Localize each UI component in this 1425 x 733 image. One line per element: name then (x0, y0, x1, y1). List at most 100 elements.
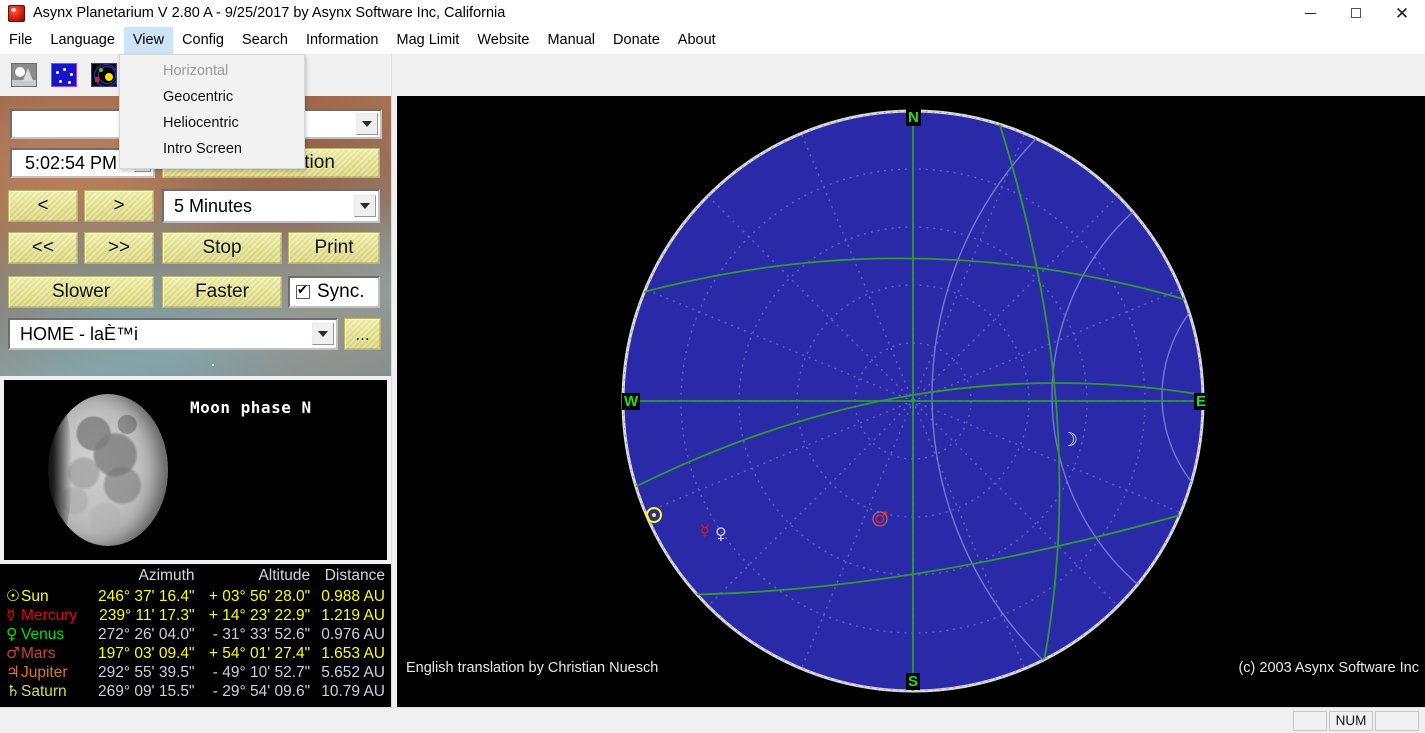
moon-phase-display: Moon phase N (4, 380, 387, 560)
toolbar-constellation-button[interactable] (48, 60, 80, 90)
location-value: HOME - laÈ™i (20, 323, 139, 344)
application-window: Asynx Planetarium V 2.80 A - 9/25/2017 b… (0, 0, 1425, 733)
moon-phase-panel: Moon phase N (0, 376, 392, 564)
object-name-cell: ♃Jupiter (2, 663, 89, 682)
status-num-indicator: NUM (1329, 710, 1373, 731)
table-row: ☉Sun 246° 37' 16.4" + 03° 56' 28.0" 0.988 A… (2, 587, 390, 606)
sync-checkbox[interactable] (296, 282, 310, 299)
object-name-cell: ♄Saturn (2, 682, 89, 701)
minimize-icon (1304, 12, 1316, 14)
location-dropdown-arrow[interactable] (312, 323, 334, 345)
direction-west: W (622, 393, 641, 410)
print-button[interactable]: Print (288, 232, 380, 264)
distance-cell: 0.976 AU (321, 625, 385, 643)
menu-about[interactable]: About (669, 27, 725, 54)
sync-checkbox-wrapper[interactable]: Sync. (288, 276, 380, 308)
menu-item-horizontal: Horizontal (163, 63, 229, 79)
col-altitude: Altitude (258, 567, 311, 584)
interval-value: 5 Minutes (174, 195, 253, 216)
moon-phase-label: Moon phase N (190, 398, 312, 417)
planet-symbol-icon: ☿ (6, 606, 16, 624)
menu-mag-limit[interactable]: Mag Limit (387, 27, 468, 54)
window-title: Asynx Planetarium V 2.80 A - 9/25/2017 b… (33, 5, 506, 21)
distance-cell: 1.653 AU (321, 644, 385, 662)
menu-bar: File Language View Config Search Informa… (0, 26, 1425, 54)
direction-east: E (1194, 393, 1209, 410)
menu-item-heliocentric[interactable]: Heliocentric (120, 110, 304, 136)
menu-file[interactable]: File (0, 27, 41, 54)
menu-view[interactable]: View (123, 26, 174, 54)
stop-button[interactable]: Stop (162, 232, 282, 264)
altitude-cell: - 29° 54' 09.6" (212, 682, 311, 700)
planet-symbol-icon: ♂ (6, 644, 20, 662)
table-row: ♂Mars 197° 03' 09.4" + 54° 01' 27.4" 1.653 … (2, 644, 390, 663)
view-dropdown-menu: Horizontal Geocentric Heliocentric Intro… (119, 54, 305, 169)
planet-symbol-icon: ♀ (6, 625, 18, 643)
direction-north: N (906, 109, 921, 126)
maximize-button[interactable] (1333, 0, 1379, 27)
date-dropdown-arrow[interactable] (356, 113, 378, 135)
sync-label: Sync. (317, 281, 365, 302)
table-header-row: Azimuth Altitude Distance (2, 566, 390, 587)
menu-item-geocentric[interactable]: Geocentric (120, 84, 304, 110)
object-name-cell: ♂Mars (2, 644, 89, 663)
menu-search[interactable]: Search (233, 27, 297, 54)
azimuth-cell: 272° 26' 04.0" (97, 625, 195, 643)
minimize-button[interactable] (1287, 0, 1333, 27)
interval-dropdown-arrow[interactable] (354, 195, 376, 217)
fast-forward-button[interactable]: >> (84, 232, 154, 264)
object-name: Jupiter (21, 664, 68, 681)
interval-field[interactable]: 5 Minutes (162, 189, 380, 223)
toolbar-solar-system-button[interactable] (88, 60, 120, 90)
constellation-icon (51, 63, 77, 87)
location-browse-button[interactable]: ... (344, 318, 381, 350)
status-bar: NUM (0, 707, 1425, 733)
object-name-cell: ☿ Mercury (2, 606, 89, 625)
time-value: 5:02:54 PM (24, 152, 118, 173)
table-row: ☿ Mercury 239° 11' 17.3" + 14° 23' 22.9" 1.2… (2, 606, 390, 625)
planet-symbol-icon: ♄ (6, 682, 20, 700)
distance-cell: 5.652 AU (321, 663, 385, 681)
menu-manual[interactable]: Manual (538, 27, 604, 54)
venus-marker: ♀ (715, 524, 727, 543)
menu-item-intro-screen[interactable]: Intro Screen (120, 136, 304, 162)
menu-donate[interactable]: Donate (604, 27, 669, 54)
azimuth-cell: 292° 55' 39.5" (97, 663, 195, 681)
moon-image (38, 392, 168, 548)
col-azimuth: Azimuth (138, 567, 195, 584)
altitude-cell: + 14° 23' 22.9" (208, 606, 311, 624)
object-name-cell: ☉Sun (2, 587, 89, 606)
object-name: Mercury (21, 607, 77, 624)
faster-button[interactable]: Faster (162, 276, 282, 308)
status-cell-blank (1293, 710, 1327, 731)
col-distance: Distance (324, 567, 385, 584)
menu-language[interactable]: Language (41, 27, 124, 54)
object-name: Mars (21, 645, 56, 662)
copyright-notice: (c) 2003 Asynx Software Inc (1238, 660, 1419, 676)
step-back-button[interactable]: < (8, 190, 78, 222)
step-forward-button[interactable]: > (84, 190, 154, 222)
solar-system-icon (91, 63, 117, 87)
table-row: ♄Saturn 269° 09' 15.5" - 29° 54' 09.6" 10.7… (2, 682, 390, 701)
location-field[interactable]: HOME - laÈ™i (8, 318, 338, 350)
azimuth-cell: 246° 37' 16.4" (97, 587, 195, 605)
close-button[interactable]: ✕ (1379, 0, 1425, 27)
object-name: Venus (21, 626, 65, 643)
menu-information[interactable]: Information (297, 27, 388, 54)
altitude-cell: - 49° 10' 52.7" (212, 663, 311, 681)
altitude-cell: - 31° 33' 52.6" (212, 625, 311, 643)
object-name: Saturn (21, 683, 67, 700)
menu-website[interactable]: Website (468, 27, 538, 54)
sky-chart-canvas[interactable]: ☿ ♀ ♂ ☽ (397, 96, 1425, 707)
toolbar-horizon-view-button[interactable] (8, 60, 40, 90)
ephemeris-table-body: ☉Sun 246° 37' 16.4" + 03° 56' 28.0" 0.988 A… (2, 587, 390, 701)
slower-button[interactable]: Slower (8, 276, 154, 308)
window-controls: ✕ (1287, 0, 1425, 27)
ephemeris-table: Azimuth Altitude Distance ☉Sun 246° 37' 1… (2, 566, 390, 701)
moon-marker: ☽ (1061, 429, 1078, 451)
azimuth-cell: 269° 09' 15.5" (97, 682, 195, 700)
menu-config[interactable]: Config (173, 27, 233, 54)
sky-chart[interactable]: ☿ ♀ ♂ ☽ N S E W English translation by C… (397, 96, 1425, 707)
fast-back-button[interactable]: << (8, 232, 78, 264)
object-name: Sun (21, 588, 49, 605)
